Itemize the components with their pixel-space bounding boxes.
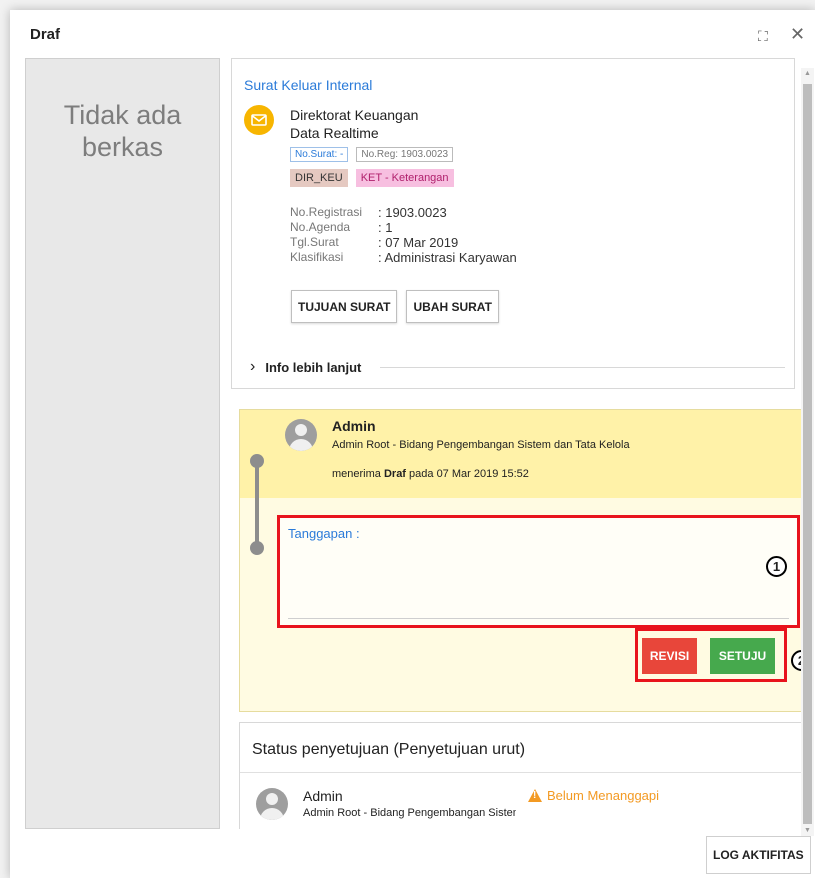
more-info-label: Info lebih lanjut (265, 359, 362, 375)
detail-value: : 07 Mar 2019 (378, 235, 459, 250)
dialog-title: Draf (30, 26, 61, 43)
revisi-button[interactable]: REVISI (642, 638, 697, 674)
detail-row: Tgl.Surat : 07 Mar 2019 (290, 235, 517, 250)
detail-row: No.Registrasi : 1903.0023 (290, 205, 517, 220)
detail-row: No.Agenda : 1 (290, 220, 517, 235)
more-info-toggle[interactable]: › Info lebih lanjut (250, 358, 361, 376)
status-badge-label: Belum Menanggapi (547, 788, 660, 803)
scroll-up-icon[interactable]: ▲ (804, 70, 811, 77)
unit-tag: DIR_KEU (290, 169, 348, 187)
close-icon[interactable]: ✕ (790, 24, 805, 44)
detail-label: Tgl.Surat (290, 235, 339, 249)
letter-details: No.Registrasi : 1903.0023 No.Agenda : 1 … (290, 205, 517, 265)
divider (240, 772, 803, 773)
sender-info: Direktorat Keuangan Data Realtime (290, 106, 418, 142)
letter-info-card: Surat Keluar Internal Direktorat Keuanga… (231, 58, 795, 389)
no-reg-tag: No.Reg: 1903.0023 (356, 147, 454, 162)
maximize-icon[interactable]: ⛶ (758, 26, 768, 46)
approval-flow-step: Admin Admin Root - Bidang Pengembangan S… (239, 409, 803, 712)
response-label: Tanggapan : (288, 526, 360, 541)
detail-label: No.Registrasi (290, 205, 363, 219)
status-title: Status penyetujuan (Penyetujuan urut) (252, 741, 526, 758)
detail-row: Klasifikasi : Administrasi Karyawan (290, 250, 517, 265)
timeline-line (255, 466, 259, 550)
approver-role: Admin Root - Bidang Pengembangan Sistem … (303, 807, 516, 819)
tujuan-surat-button[interactable]: TUJUAN SURAT (291, 290, 398, 323)
scroll-down-icon[interactable]: ▼ (804, 827, 811, 834)
flow-header: Admin Admin Root - Bidang Pengembangan S… (240, 410, 803, 498)
flow-meta-suffix: pada 07 Mar 2019 15:52 (405, 468, 529, 480)
letter-type-label[interactable]: Surat Keluar Internal (244, 77, 372, 93)
flow-meta-prefix: menerima (332, 468, 384, 480)
chevron-right-icon: › (250, 358, 256, 375)
draft-dialog: Draf ⛶ ✕ Tidak ada berkas Surat Keluar I… (10, 10, 815, 878)
flow-meta-doc: Draf (383, 468, 406, 480)
flow-user-role: Admin Root - Bidang Pengembangan Sistem … (332, 439, 630, 451)
annotation-marker-1: 1 (766, 556, 787, 577)
ket-tag: KET - Keterangan (355, 169, 454, 187)
setuju-button[interactable]: SETUJU (710, 638, 775, 674)
approver-name: Admin (303, 788, 343, 804)
input-underline (288, 618, 789, 619)
no-surat-tag: No.Surat: - (290, 147, 349, 162)
avatar (256, 788, 288, 820)
avatar (285, 419, 317, 451)
response-input[interactable]: Tanggapan : 1 (277, 515, 800, 628)
warning-icon (528, 789, 542, 802)
number-tags: No.Surat: - No.Reg: 1903.0023 (290, 147, 454, 162)
detail-value: : 1 (378, 220, 393, 235)
detail-value: : 1903.0023 (378, 205, 447, 220)
log-aktifitas-button[interactable]: LOG AKTIFITAS (706, 836, 811, 874)
approval-status-card: Status penyetujuan (Penyetujuan urut) Ad… (239, 722, 803, 829)
ubah-surat-button[interactable]: UBAH SURAT (406, 290, 499, 323)
timeline-dot (250, 541, 264, 555)
detail-label: Klasifikasi (290, 250, 344, 264)
file-preview-panel: Tidak ada berkas (25, 58, 220, 829)
detail-label: No.Agenda (290, 220, 351, 234)
scrollbar[interactable]: ▲ ▼ (801, 68, 814, 836)
flow-user-name: Admin (332, 418, 376, 434)
decision-actions: REVISI SETUJU (635, 628, 787, 682)
detail-value: : Administrasi Karyawan (378, 250, 517, 265)
divider (380, 367, 785, 368)
status-badge: Belum Menanggapi (528, 788, 659, 803)
sender-unit: Direktorat Keuangan (290, 107, 419, 123)
category-tags: DIR_KEU KET - Keterangan (290, 169, 454, 187)
detail-panel: Surat Keluar Internal Direktorat Keuanga… (229, 58, 803, 829)
scroll-thumb[interactable] (803, 84, 812, 824)
sender-subject: Data Realtime (290, 125, 379, 141)
empty-files-text: Tidak ada berkas (63, 100, 182, 162)
mail-icon (244, 105, 274, 135)
flow-meta: menerima Draf pada 07 Mar 2019 15:52 (332, 468, 529, 480)
letter-actions: TUJUAN SURAT UBAH SURAT (291, 290, 499, 323)
